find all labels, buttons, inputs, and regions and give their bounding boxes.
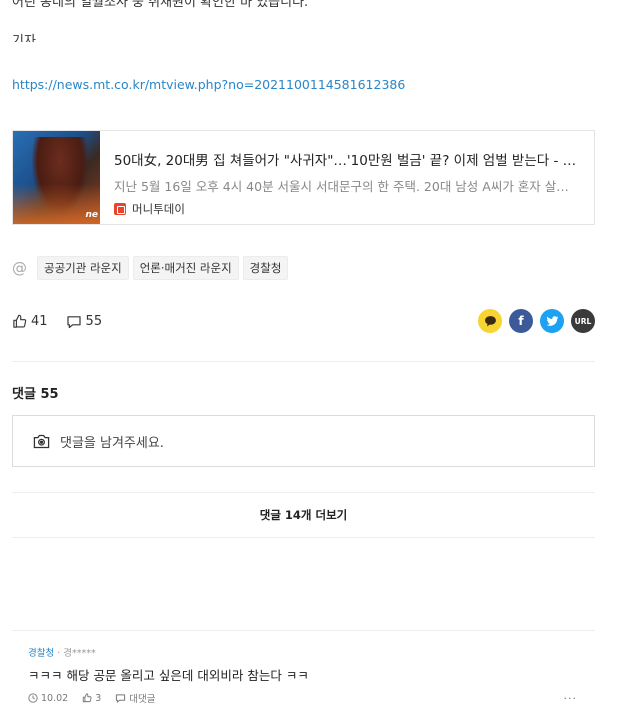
tag-list: @ 공공기관 라운지 언론·매거진 라운지 경찰청: [12, 256, 292, 280]
comment-date-value: 10.02: [41, 692, 69, 704]
tag-police[interactable]: 경찰청: [242, 256, 289, 280]
comment-sep: ·: [54, 648, 64, 659]
article-text-cut: 어린 동네의 일월조사 중 취재원이 확인한 바 있습니다.: [12, 0, 309, 10]
facebook-icon: f: [518, 314, 524, 328]
camera-icon[interactable]: [33, 434, 50, 449]
link-preview-card[interactable]: ne 50대女, 20대男 집 쳐들어가 "사귀자"…'10만원 벌금' 끝? …: [12, 130, 595, 225]
comments-heading: 댓글 55: [12, 387, 59, 402]
share-buttons: f URL: [471, 309, 595, 333]
card-title: 50대女, 20대男 집 쳐들어가 "사귀자"…'10만원 벌금' 끝? 이제 …: [114, 153, 580, 169]
comment-input-placeholder: 댓글을 남겨주세요.: [60, 435, 164, 451]
comment-meta: 경찰청 · 경*****: [28, 645, 96, 659]
comment-input-box[interactable]: 댓글을 남겨주세요.: [12, 415, 595, 467]
url-label: URL: [574, 316, 592, 326]
like-count: 41: [31, 313, 48, 329]
at-icon: @: [12, 259, 27, 277]
kakao-talk-icon: [484, 316, 496, 327]
comment-more-options[interactable]: ...: [564, 689, 578, 702]
card-thumbnail: ne: [13, 131, 100, 224]
comment-user: 경*****: [63, 648, 96, 659]
comment-button[interactable]: 55: [66, 313, 103, 329]
url-copy-button[interactable]: URL: [571, 309, 595, 333]
card-source-name: 머니투데이: [132, 202, 185, 216]
comment-reply-button[interactable]: 대댓글: [115, 691, 155, 705]
comment-like-button[interactable]: 3: [82, 693, 101, 704]
comment-text: ㅋㅋㅋ 해당 공문 올리고 싶은데 대외비라 참는다 ㅋㅋ: [28, 668, 309, 683]
more-comments-label: 댓글 14개 더보기: [259, 508, 348, 522]
comment-date: 10.02: [28, 693, 68, 704]
comment-item: 경찰청 · 경***** ㅋㅋㅋ 해당 공문 올리고 싶은데 대외비라 참는다 …: [12, 630, 595, 705]
twitter-share-button[interactable]: [540, 309, 564, 333]
comment-org[interactable]: 경찰청: [28, 648, 54, 659]
article-source-link[interactable]: https://news.mt.co.kr/mtview.php?no=2021…: [12, 77, 405, 92]
kakao-share-button[interactable]: [478, 309, 502, 333]
card-source: 머니투데이: [114, 201, 580, 217]
twitter-icon: [546, 315, 558, 326]
clock-icon: [28, 693, 38, 703]
speech-bubble-icon: [66, 315, 81, 328]
post-actions: 41 55 f URL: [12, 306, 595, 336]
speech-bubble-icon: [116, 694, 126, 703]
card-description: 지난 5월 16일 오후 4시 40분 서울시 서대문구의 한 주택. 20대 …: [114, 179, 580, 194]
comment-like-count: 3: [95, 692, 102, 704]
comment-count: 55: [85, 313, 103, 329]
thumbs-up-icon: [82, 693, 92, 703]
section-divider: [12, 361, 595, 362]
thumbs-up-icon: [13, 314, 27, 328]
comment-reply-label: 대댓글: [129, 694, 156, 705]
tag-media-lounge[interactable]: 언론·매거진 라운지: [132, 256, 239, 280]
more-comments-button[interactable]: 댓글 14개 더보기: [12, 492, 595, 538]
source-logo-icon: [114, 203, 126, 215]
like-button[interactable]: 41: [12, 314, 48, 329]
facebook-share-button[interactable]: f: [509, 309, 533, 333]
tag-public-lounge[interactable]: 공공기관 라운지: [37, 256, 129, 280]
comment-footer: 10.02 3 대댓글: [28, 691, 169, 705]
thumbnail-watermark: ne: [85, 210, 98, 220]
article-byline-cut: 기자: [12, 34, 36, 42]
